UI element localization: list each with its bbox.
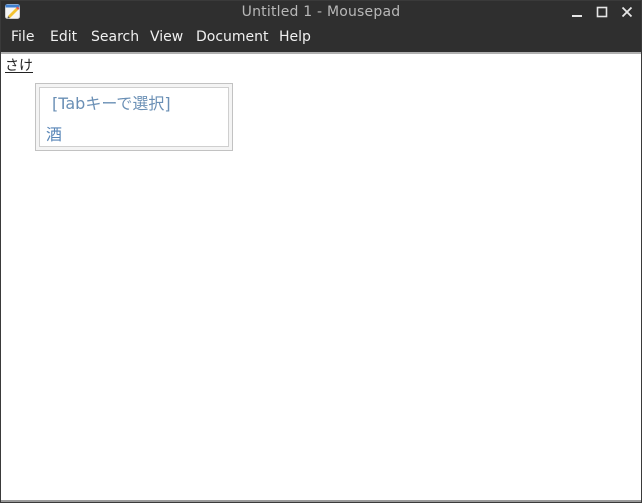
- text-editor-area[interactable]: さけ [Tabキーで選択] 酒: [1, 54, 641, 501]
- ime-candidate-list: [Tabキーで選択] 酒: [39, 87, 229, 147]
- ime-hint-label: [Tabキーで選択]: [52, 94, 171, 113]
- menu-search[interactable]: Search: [91, 23, 139, 52]
- window-title: Untitled 1 - Mousepad: [241, 4, 401, 20]
- title-bar[interactable]: Untitled 1 - Mousepad: [1, 1, 641, 23]
- close-icon[interactable]: [617, 3, 637, 21]
- menu-edit[interactable]: Edit: [50, 23, 77, 52]
- window-bottom-edge: [1, 500, 641, 502]
- menu-bar: File Edit Search View Document Help: [1, 23, 641, 54]
- menu-document[interactable]: Document: [196, 23, 269, 52]
- window-controls: [567, 3, 637, 21]
- menu-view[interactable]: View: [150, 23, 183, 52]
- menu-help[interactable]: Help: [279, 23, 311, 52]
- preedit-text[interactable]: さけ: [5, 57, 33, 75]
- menu-file[interactable]: File: [11, 23, 34, 52]
- maximize-icon[interactable]: [592, 3, 612, 21]
- minimize-icon[interactable]: [567, 3, 587, 21]
- ime-candidate-popup: [Tabキーで選択] 酒: [35, 83, 233, 151]
- mousepad-window: Untitled 1 - Mousepad File Edit Search V…: [0, 0, 642, 503]
- ime-candidate-item[interactable]: 酒: [46, 124, 62, 146]
